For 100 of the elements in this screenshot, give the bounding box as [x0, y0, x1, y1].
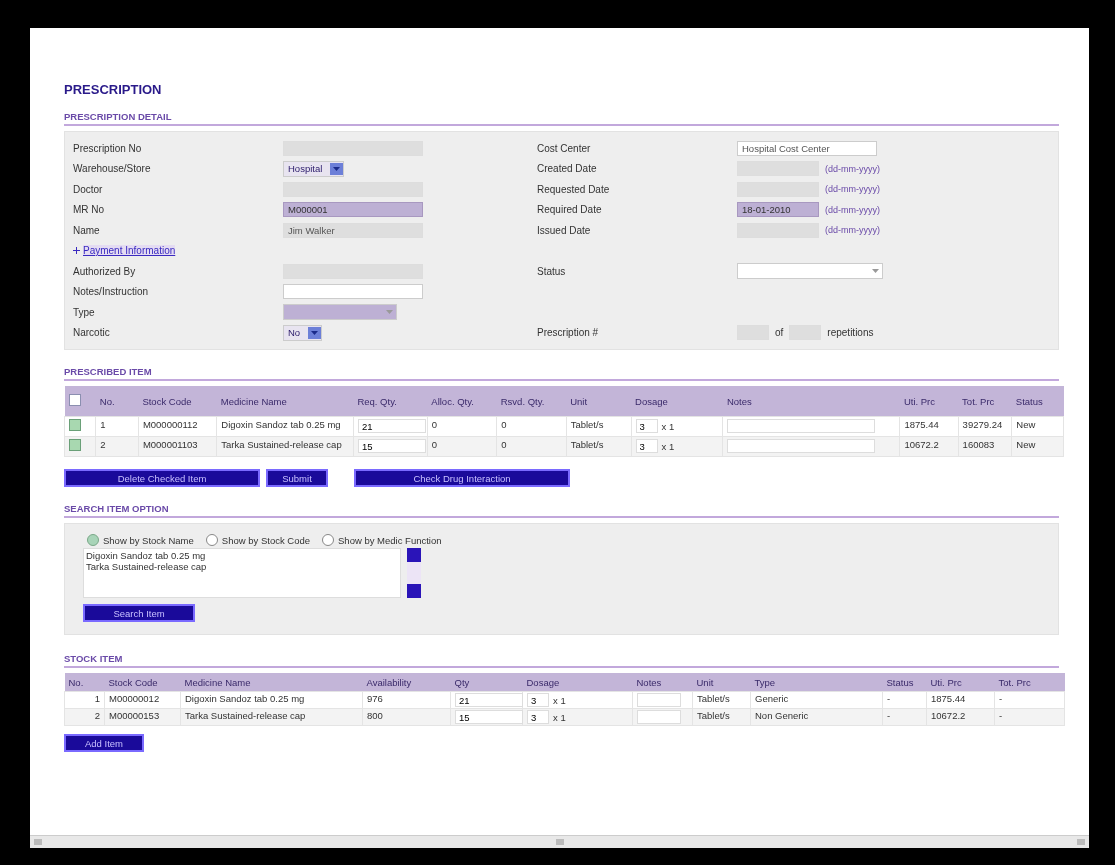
field-label: MR No — [73, 204, 106, 216]
radio-option[interactable]: Show by Stock Code — [205, 534, 310, 546]
search-item-button[interactable]: Search Item — [83, 604, 195, 622]
table-cell: Generic — [755, 693, 789, 704]
column-header: No. — [68, 676, 84, 688]
table-cell: Tarka Sustained-release cap — [185, 710, 306, 721]
column-header: Availability — [366, 676, 412, 688]
text-field[interactable]: Hospital Cost Center — [737, 140, 877, 156]
section-heading: PRESCRIPTION DETAIL — [64, 111, 172, 122]
dropdown[interactable]: Hospital — [283, 160, 345, 177]
table-cell: 0 — [431, 419, 438, 430]
table-cell: 10672.2 — [931, 710, 966, 721]
column-header: Uti. Prc — [903, 395, 935, 407]
field-label: Doctor — [73, 183, 104, 195]
table-cell: New — [1016, 419, 1036, 430]
column-header: Tot. Prc — [962, 395, 995, 407]
checkbox[interactable] — [68, 394, 81, 406]
section-heading: PRESCRIBED ITEM — [64, 366, 152, 377]
quantity-field[interactable]: 21 — [455, 693, 523, 707]
column-header: Unit — [570, 395, 588, 407]
date-field[interactable]: 18-01-2010 — [737, 202, 819, 218]
vertical-scrollbar[interactable] — [407, 548, 421, 598]
column-header: Dosage — [635, 395, 668, 407]
dosage-frequency: x 1 — [661, 440, 675, 452]
dropdown[interactable]: No — [283, 324, 323, 341]
payment-information-link[interactable]: Payment Information — [83, 245, 176, 257]
table-cell: Digoxin Sandoz tab 0.25 mg — [185, 693, 305, 704]
dosage-frequency: x 1 — [553, 711, 566, 723]
quantity-field[interactable]: 15 — [455, 710, 523, 724]
column-header: Notes — [636, 676, 662, 688]
field-label: Prescription No — [73, 142, 143, 154]
column-header: Status — [886, 676, 914, 688]
dosage-field[interactable]: 3 — [635, 419, 658, 433]
column-header: Type — [754, 676, 776, 688]
results-list[interactable]: Digoxin Sandoz tab 0.25 mg Tarka Sustained-release cap — [83, 548, 401, 598]
table-cell: Digoxin Sandoz tab 0.25 mg — [221, 419, 341, 430]
table-cell: M000001103 — [142, 439, 198, 450]
quantity-field[interactable]: 15 — [357, 439, 426, 453]
text-field[interactable]: Jim Walker — [283, 222, 423, 238]
action-button[interactable]: Check Drug Interaction — [354, 469, 570, 487]
list-item[interactable]: Tarka Sustained-release cap — [86, 561, 398, 572]
radio-option[interactable]: Show by Stock Name — [87, 534, 194, 546]
column-header: No. — [99, 395, 115, 407]
table-cell: 10672.2 — [904, 439, 939, 450]
field-label: Issued Date — [537, 224, 592, 236]
table-cell: 2 — [100, 439, 106, 450]
list-item[interactable]: Digoxin Sandoz tab 0.25 mg — [86, 550, 398, 561]
field-label: Required Date — [537, 204, 603, 216]
column-header: Status — [1015, 395, 1043, 407]
radio-option[interactable]: Show by Medic Function — [322, 534, 442, 546]
repetitions-label: repetitions — [827, 327, 874, 339]
text-field[interactable]: M000001 — [283, 202, 423, 218]
dosage-field[interactable]: 3 — [635, 439, 658, 453]
add-item-button[interactable]: Add Item — [64, 734, 144, 752]
table-cell: 800 — [367, 710, 383, 721]
column-header: Stock Code — [108, 676, 158, 688]
table-cell: 0 — [501, 419, 507, 430]
field-label: Prescription # — [537, 327, 600, 339]
dropdown[interactable] — [283, 304, 397, 321]
table-cell: Non Generic — [755, 710, 809, 721]
notes-field[interactable] — [637, 693, 681, 707]
notes-field[interactable] — [727, 419, 876, 433]
table-cell: M00000153 — [109, 710, 160, 721]
notes-field[interactable] — [637, 710, 681, 724]
notes-field[interactable] — [727, 439, 876, 453]
dosage-frequency: x 1 — [661, 420, 675, 432]
field-label: Type — [73, 306, 96, 318]
table-cell: Tarka Sustained-release cap — [221, 439, 342, 450]
date-format-hint: (dd-mm-yyyy) — [825, 225, 880, 236]
field-label: Requested Date — [537, 183, 611, 195]
dosage-field[interactable]: 3 — [527, 693, 549, 707]
field-label: Status — [537, 265, 567, 277]
text-field[interactable] — [283, 284, 423, 300]
section-heading: STOCK ITEM — [64, 653, 123, 664]
action-button[interactable]: Delete Checked Item — [64, 469, 260, 487]
field-label: Authorized By — [73, 265, 137, 277]
column-header: Dosage — [526, 676, 560, 688]
checkbox[interactable] — [69, 419, 81, 431]
column-header: Req. Qty. — [357, 395, 397, 407]
table-cell: - — [999, 710, 1003, 721]
of-label: of — [775, 327, 784, 339]
horizontal-scrollbar[interactable] — [30, 835, 1089, 848]
dosage-frequency: x 1 — [553, 694, 566, 706]
plus-icon[interactable] — [73, 247, 80, 255]
quantity-field[interactable]: 21 — [357, 419, 426, 433]
dropdown[interactable] — [737, 263, 883, 280]
dropdown-arrow-icon — [311, 330, 319, 335]
table-cell: 1875.44 — [904, 419, 939, 430]
dosage-field[interactable]: 3 — [527, 710, 549, 724]
action-button[interactable]: Submit — [266, 469, 328, 487]
column-header: Alloc. Qty. — [431, 395, 474, 407]
field-label: Cost Center — [537, 142, 592, 154]
field-label: Warehouse/Store — [73, 163, 152, 175]
table-cell: 0 — [501, 439, 507, 450]
page-title: PRESCRIPTION — [64, 82, 163, 97]
date-format-hint: (dd-mm-yyyy) — [825, 163, 880, 174]
table-cell: 1 — [100, 419, 106, 430]
column-header: Tot. Prc — [998, 676, 1031, 688]
column-header: Uti. Prc — [930, 676, 962, 688]
checkbox[interactable] — [69, 439, 81, 451]
